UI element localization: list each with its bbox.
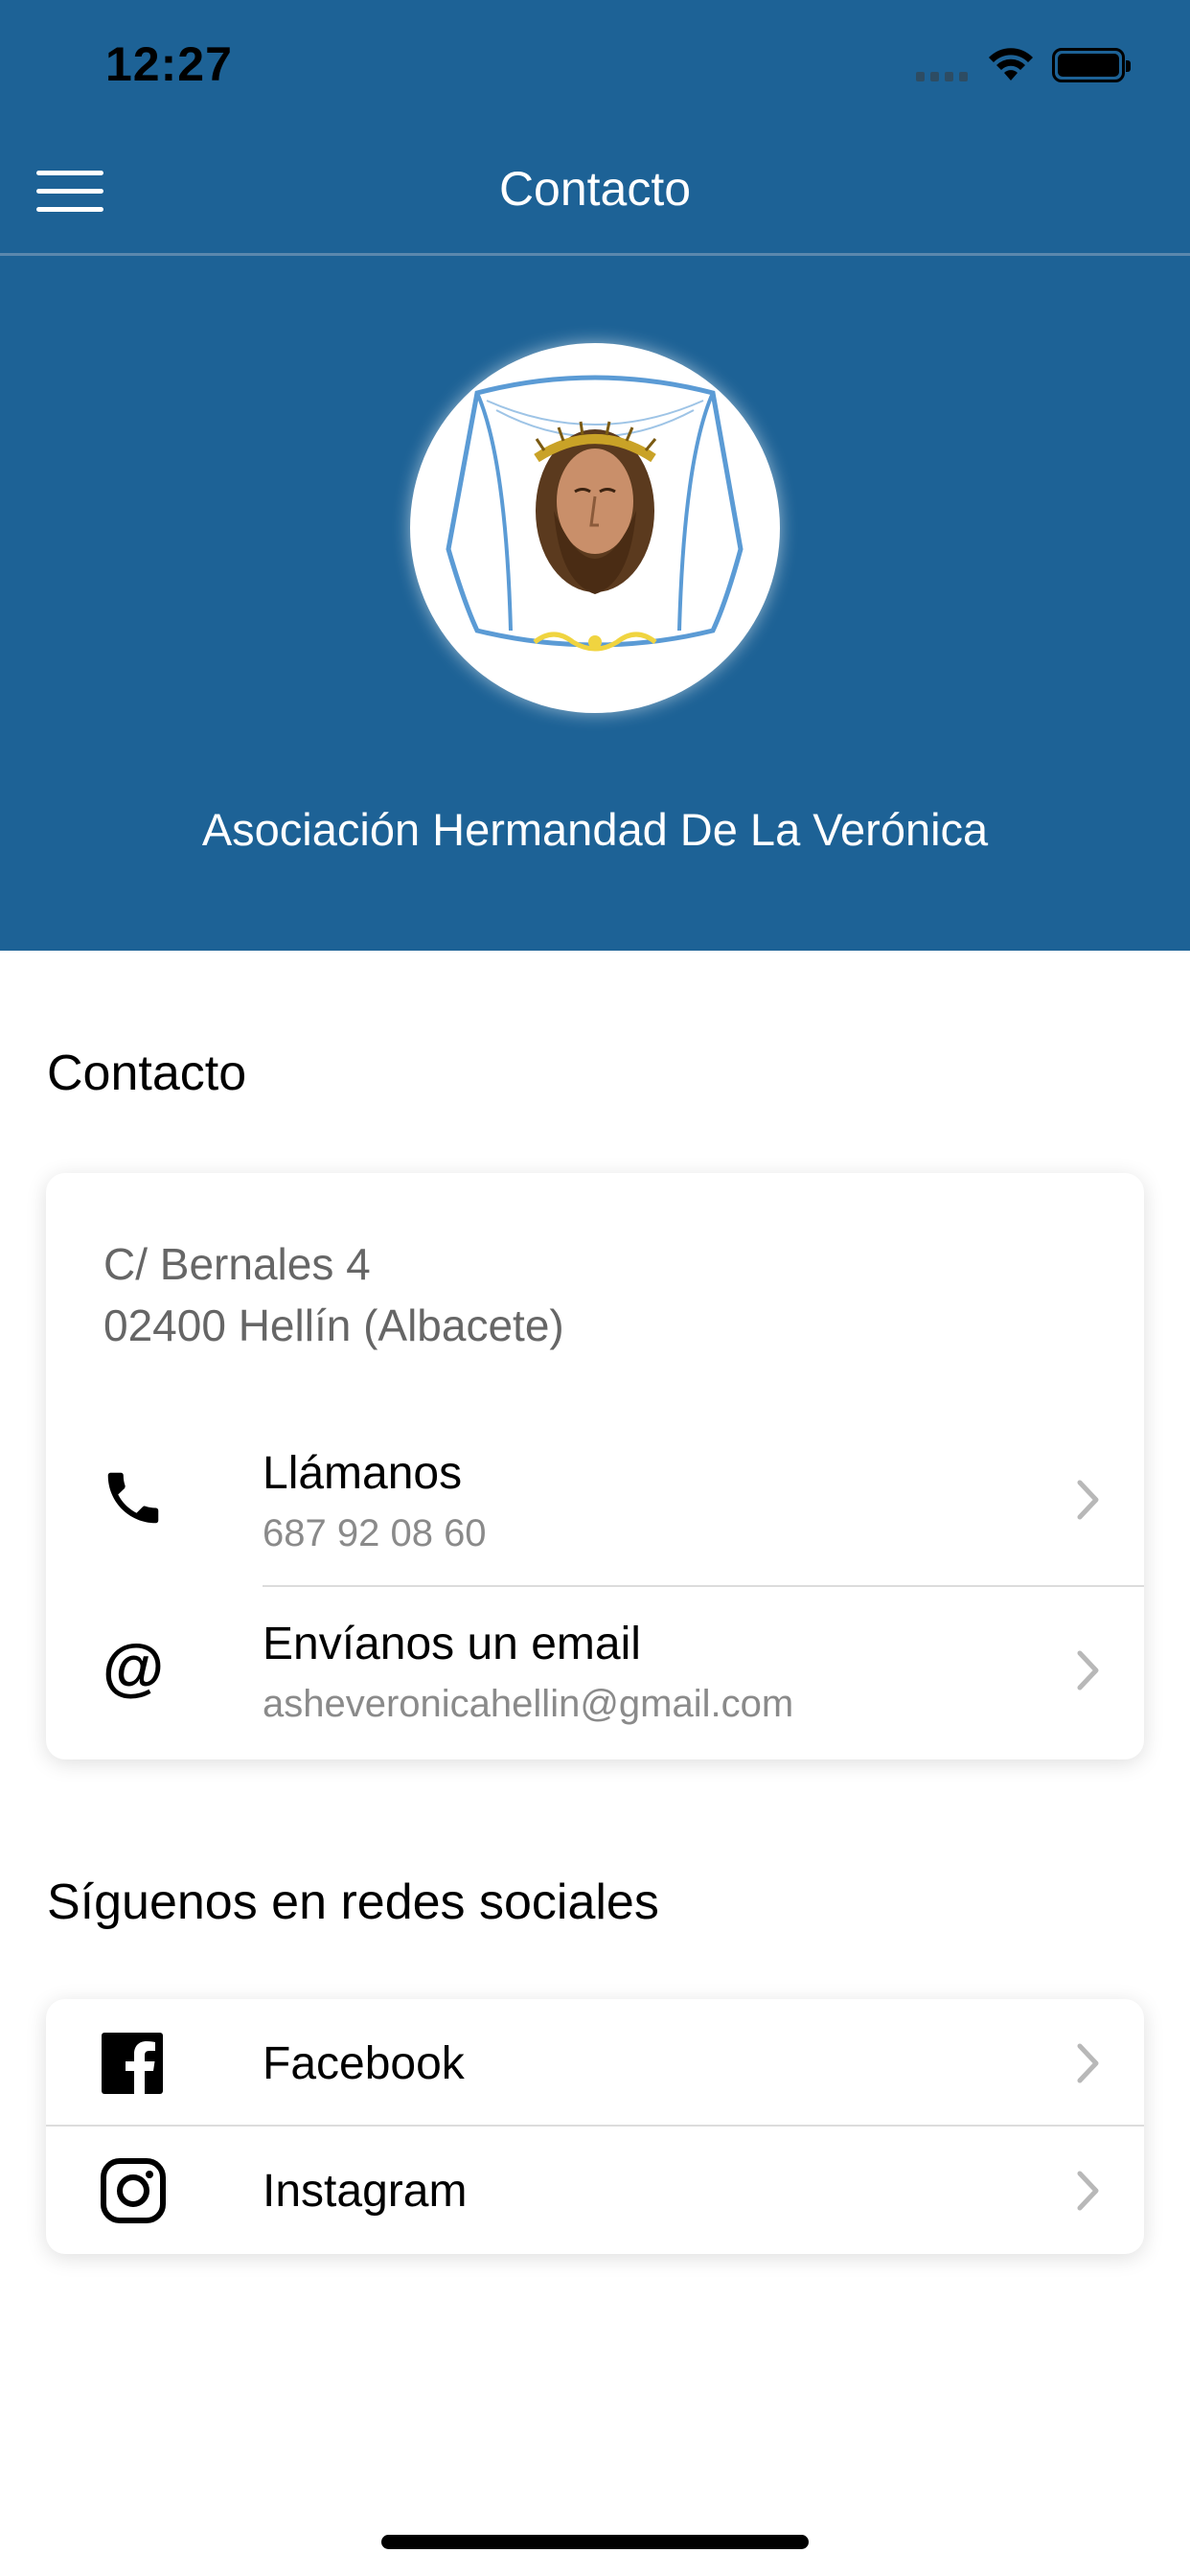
contact-section-title: Contacto: [47, 1046, 247, 1101]
chevron-right-icon: [1077, 1480, 1099, 1520]
phone-number: 687 92 08 60: [263, 1512, 487, 1554]
phone-icon: [107, 1472, 159, 1524]
chevron-right-icon: [1077, 2171, 1099, 2211]
contact-screen: 12:27 Contacto Asociación Hermandad De L…: [0, 0, 1190, 2576]
instagram-row[interactable]: Instagram: [46, 2127, 1144, 2254]
chevron-right-icon: [1077, 1650, 1099, 1690]
contact-card: C/ Bernales 4 02400 Hellín (Albacete) Ll…: [46, 1173, 1144, 1760]
battery-icon: [1052, 48, 1131, 82]
email-row[interactable]: @ Envíanos un email asheveronicahellin@g…: [46, 1587, 1144, 1760]
instagram-label: Instagram: [263, 2166, 468, 2217]
svg-text:@: @: [103, 1635, 164, 1702]
facebook-icon: [102, 2033, 163, 2096]
facebook-label: Facebook: [263, 2038, 465, 2089]
call-row[interactable]: Llámanos 687 92 08 60: [46, 1416, 1144, 1589]
email-address: asheveronicahellin@gmail.com: [263, 1683, 794, 1725]
address-line-2: 02400 Hellín (Albacete): [103, 1300, 564, 1350]
page-title: Contacto: [498, 162, 692, 216]
instagram-icon: [101, 2158, 166, 2223]
status-time: 12:27: [105, 37, 233, 91]
veronica-logo: [410, 343, 780, 713]
social-section-title: Síguenos en redes sociales: [47, 1874, 659, 1930]
header: 12:27 Contacto Asociación Hermandad De L…: [0, 0, 1190, 951]
chevron-right-icon: [1077, 2043, 1099, 2083]
facebook-row[interactable]: Facebook: [46, 1999, 1144, 2127]
social-card: Facebook Instagram: [46, 1999, 1144, 2254]
at-sign-icon: @: [103, 1635, 164, 1702]
address-line-1: C/ Bernales 4: [103, 1239, 371, 1289]
call-label: Llámanos: [263, 1448, 463, 1499]
email-label: Envíanos un email: [263, 1619, 641, 1669]
cellular-signal-icon: [916, 72, 970, 81]
wifi-icon: [989, 48, 1033, 80]
organization-name: Asociación Hermandad De La Verónica: [201, 804, 989, 855]
home-indicator[interactable]: [381, 2535, 809, 2549]
nav-divider: [0, 253, 1190, 256]
